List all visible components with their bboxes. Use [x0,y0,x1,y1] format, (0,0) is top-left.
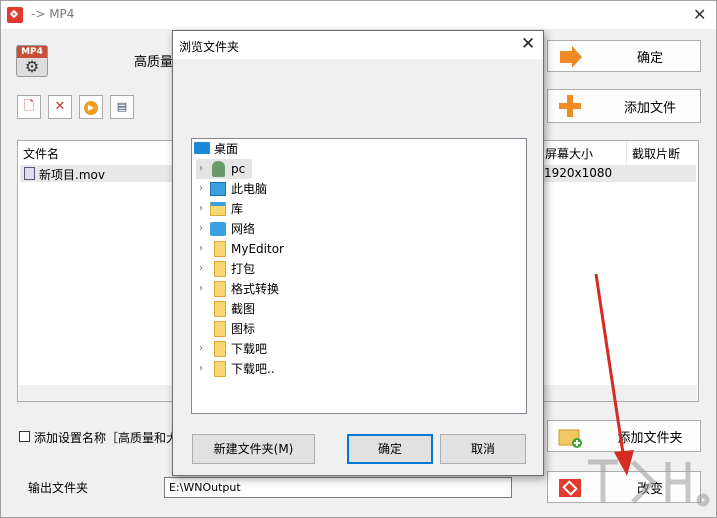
info-icon[interactable]: ▤ [110,95,134,119]
tree-item-screenshot[interactable]: 截图 [196,299,496,319]
tree-item-label: 打包 [231,262,256,276]
folder-icon [214,281,226,297]
chevron-right-icon[interactable]: › [196,239,206,259]
app-logo-icon [7,7,23,23]
folder-tree[interactable]: 桌面 › pc › 此电脑 › 库 › 网络 › MyEditor › 打包 ›… [191,138,527,414]
tree-item-label: MyEditor [231,242,284,256]
confirm-label: 确定 [636,50,663,66]
dialog-title-bar: 浏览文件夹 ✕ [173,31,543,59]
folder-icon [214,321,226,337]
folder-icon [214,261,226,277]
tree-item-label: 格式转换 [231,282,280,296]
watermark-logo [588,459,710,507]
tree-item-format-convert[interactable]: › 格式转换 [196,279,496,299]
tree-item-label: 网络 [231,222,256,236]
window-title: -> MP4 [31,7,75,21]
computer-icon [210,182,226,196]
output-folder-field[interactable]: E:\WNOutput [164,477,512,498]
tree-item-xiazaiba-2[interactable]: › 下载吧.. [196,359,496,379]
output-folder-label: 输出文件夹 [28,481,89,495]
tree-item-label: 截图 [231,302,256,316]
folder-add-icon [558,429,582,448]
folder-icon [214,361,226,377]
tree-item-pc[interactable]: › pc [196,159,252,179]
file-resolution: 1920x1080 [544,166,613,180]
folder-icon [214,341,226,357]
chevron-right-icon[interactable]: › [196,199,206,219]
chevron-right-icon[interactable]: › [196,359,206,379]
chevron-right-icon[interactable]: › [196,279,206,299]
tree-item-label: 此电脑 [231,182,268,196]
tree-item-label: 图标 [231,322,256,336]
tree-item-library[interactable]: › 库 [196,199,496,219]
remove-item-icon[interactable]: ✕ [48,95,72,119]
folder-icon [214,301,226,317]
tree-item-label: 下载吧.. [231,362,275,376]
tree-item-desktop[interactable]: 桌面 [194,139,524,159]
add-file-label: 添加文件 [623,100,676,116]
video-file-icon [24,167,35,180]
chevron-right-icon[interactable]: › [196,259,206,279]
play-icon[interactable]: ▶ [79,95,103,119]
folder-icon [214,241,226,257]
column-header-clip[interactable]: 截取片断 [632,145,680,162]
ok-button[interactable]: 确定 [347,434,433,464]
cancel-button[interactable]: 取消 [440,434,526,464]
chevron-right-icon[interactable]: › [196,339,206,359]
add-setting-label: 添加设置名称［高质量和大 [34,431,179,445]
tree-item-network[interactable]: › 网络 [196,219,496,239]
plus-icon [559,95,581,117]
add-file-button[interactable]: 添加文件 [547,89,701,123]
network-icon [210,222,226,236]
tree-item-this-pc[interactable]: › 此电脑 [196,179,496,199]
close-window-button[interactable]: ✕ [693,5,706,24]
chevron-right-icon[interactable]: › [196,179,206,199]
library-icon [210,202,226,216]
clear-list-icon[interactable]: 🗋 [17,95,41,119]
tree-item-icons[interactable]: 图标 [196,319,496,339]
chevron-right-icon[interactable]: › [196,159,206,179]
tree-item-myeditor[interactable]: › MyEditor [196,239,496,259]
title-bar: -> MP4 ✕ [1,1,716,29]
browse-folder-dialog: 浏览文件夹 ✕ 桌面 › pc › 此电脑 › 库 › 网络 › MyEdito… [172,30,544,476]
column-header-resolution[interactable]: 屏幕大小 [545,145,593,162]
tree-item-label: 下载吧 [231,342,268,356]
add-setting-checkbox[interactable] [19,431,30,442]
dialog-close-button[interactable]: ✕ [521,34,535,54]
dialog-title: 浏览文件夹 [179,40,240,54]
desktop-icon [194,142,210,154]
user-icon [212,161,225,177]
column-header-filename[interactable]: 文件名 [23,145,59,162]
chevron-right-icon[interactable]: › [196,219,206,239]
new-folder-button[interactable]: 新建文件夹(M) [192,434,315,464]
confirm-button[interactable]: 确定 [547,40,701,72]
tree-item-label: pc [231,162,246,176]
tree-item-dabao[interactable]: › 打包 [196,259,496,279]
tree-item-xiazaiba[interactable]: › 下载吧 [196,339,496,359]
annotation-arrow [594,273,634,476]
tree-item-label: 库 [231,202,244,216]
file-name: 新项目.mov [39,168,105,182]
arrow-right-icon [560,46,582,68]
mp4-format-icon: MP4 ⚙ [16,45,48,77]
tree-item-label: 桌面 [214,142,239,156]
